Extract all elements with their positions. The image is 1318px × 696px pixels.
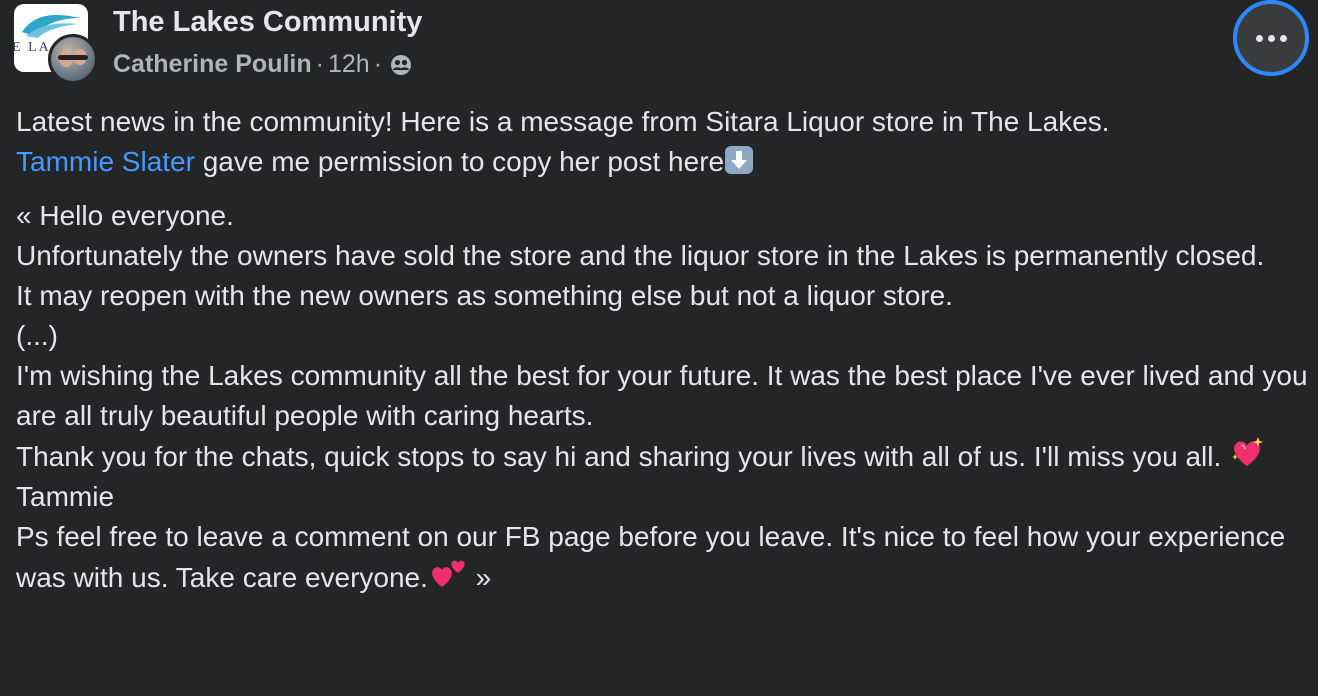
meta-separator: · (315, 50, 324, 78)
quote-line: Unfortunately the owners have sold the s… (16, 240, 1265, 271)
post-timestamp-link[interactable]: 12h (328, 50, 370, 79)
author-name-link[interactable]: Catherine Poulin (113, 50, 312, 79)
quote-line: (...) (16, 320, 58, 351)
mention-link[interactable]: Tammie Slater (16, 146, 195, 177)
quote-greeting: « Hello everyone. (16, 200, 234, 231)
closing-quote: » (467, 562, 492, 593)
quote-line: I'm wishing the Lakes community all the … (16, 360, 1308, 431)
more-options-button[interactable] (1233, 0, 1309, 76)
group-name-link[interactable]: The Lakes Community (113, 6, 422, 39)
group-logo-text: E LA (14, 40, 51, 55)
sparkling-heart-icon (1231, 437, 1264, 466)
friends-icon[interactable] (390, 54, 412, 76)
quote-line: Ps feel free to leave a comment on our F… (16, 521, 1286, 593)
meta-separator: · (373, 50, 383, 78)
avatar-sunglasses (58, 55, 88, 60)
down-arrow-emoji-icon (725, 146, 754, 174)
quote-line: It may reopen with the new owners as som… (16, 280, 953, 311)
post-intro: Latest news in the community! Here is a … (16, 102, 1311, 182)
post-body: Latest news in the community! Here is a … (16, 102, 1311, 598)
intro-text: Latest news in the community! Here is a … (16, 106, 1110, 137)
intro-suffix: gave me permission to copy her post here (194, 146, 725, 177)
more-options-icon (1255, 34, 1287, 42)
signature: Tammie (16, 481, 115, 512)
post-meta: Catherine Poulin · 12h · (113, 50, 412, 79)
post-header: E LA The Lakes Community Catherine Pouli… (0, 0, 1318, 96)
quote-line: Thank you for the chats, quick stops to … (16, 441, 1230, 472)
quote-line-with-emoji: Thank you for the chats, quick stops to … (16, 436, 1311, 477)
two-hearts-icon (432, 560, 465, 587)
quote-line-with-emoji: Ps feel free to leave a comment on our F… (16, 517, 1311, 598)
author-avatar[interactable] (48, 34, 98, 84)
